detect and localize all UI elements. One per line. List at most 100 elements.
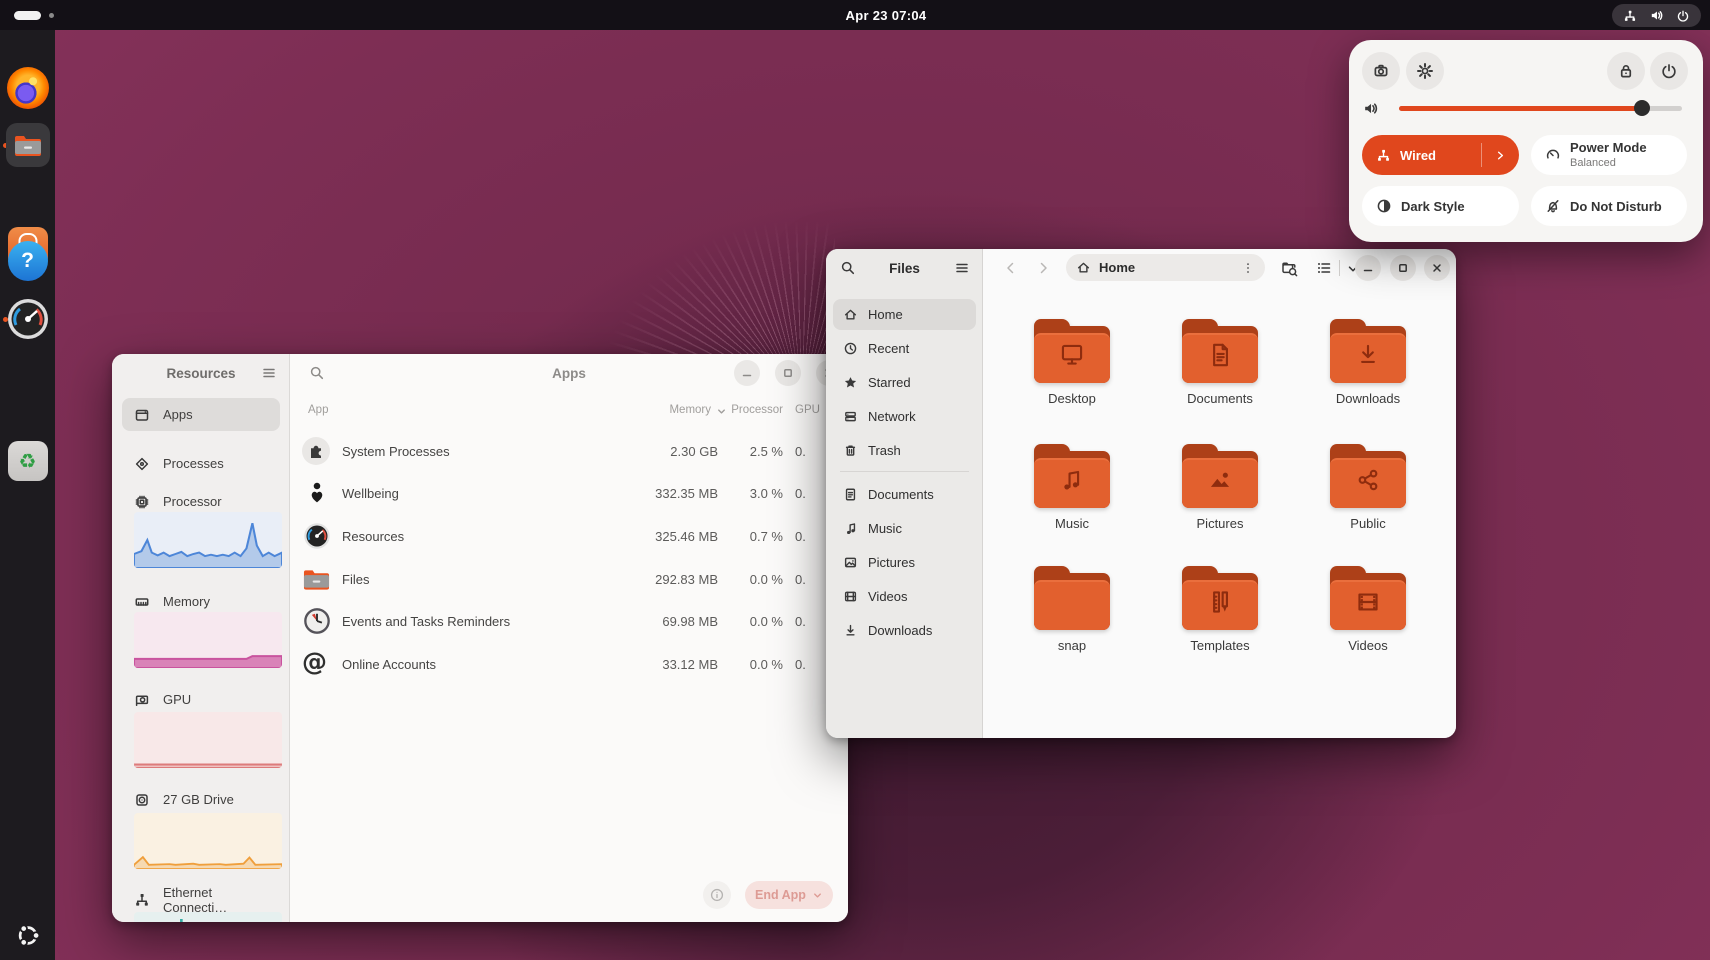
dock: A ? ♻ — [0, 30, 55, 960]
toolbar-divider — [1339, 260, 1340, 276]
sidebar-item-pictures[interactable]: Pictures — [833, 547, 976, 578]
wired-arrow-section — [1481, 135, 1519, 175]
column-header-app[interactable]: App — [308, 404, 328, 416]
dock-item-firefox[interactable] — [7, 67, 49, 109]
folder-public[interactable]: Public — [1303, 444, 1433, 531]
show-apps-button[interactable] — [14, 922, 41, 954]
lock-button[interactable] — [1607, 52, 1645, 90]
app-info-button[interactable] — [703, 881, 731, 909]
column-header-memory[interactable]: Memory — [585, 404, 711, 416]
sidebar-item-music[interactable]: Music — [833, 513, 976, 544]
app-row-system-processes[interactable]: System Processes 2.30 GB 2.5 % 0. — [290, 430, 848, 472]
end-app-dropdown-icon[interactable] — [812, 890, 823, 901]
gpu-sparkline — [134, 712, 282, 768]
app-row-wellbeing[interactable]: Wellbeing 332.35 MB 3.0 % 0. — [290, 472, 848, 514]
dock-item-resources[interactable] — [6, 297, 50, 346]
screenshot-button[interactable] — [1362, 52, 1400, 90]
power-button[interactable] — [1650, 52, 1688, 90]
resources-sidebar-item-gpu[interactable]: GPU — [122, 684, 280, 715]
resources-sidebar-item-processes[interactable]: Processes — [122, 448, 280, 479]
resources-maximize-button[interactable] — [775, 360, 801, 386]
firefox-icon — [7, 67, 49, 109]
app-row-online-accounts[interactable]: @ Online Accounts 33.12 MB 0.0 % 0. — [290, 643, 848, 685]
breadcrumb[interactable]: Home — [1066, 254, 1265, 281]
folder-music[interactable]: Music — [1007, 444, 1137, 531]
folder-videos[interactable]: Videos — [1303, 566, 1433, 653]
resources-minimize-button[interactable] — [734, 360, 760, 386]
dock-item-trash[interactable]: ♻ — [8, 441, 48, 481]
column-header-gpu[interactable]: GPU — [795, 404, 820, 416]
files-close-button[interactable] — [1424, 255, 1450, 281]
dock-item-files[interactable] — [6, 123, 50, 167]
power-mode-toggle[interactable]: Power Mode Balanced — [1531, 135, 1687, 175]
quick-settings-panel: Wired Power Mode Balanced Dark Style Do … — [1349, 40, 1703, 242]
folder-icon — [1182, 444, 1258, 508]
sidebar-item-starred[interactable]: Starred — [833, 367, 976, 398]
sidebar-item-documents[interactable]: Documents — [833, 479, 976, 510]
music-note-icon — [843, 521, 858, 536]
sidebar-item-network[interactable]: Network — [833, 401, 976, 432]
sidebar-item-videos[interactable]: Videos — [833, 581, 976, 612]
sidebar-item-recent[interactable]: Recent — [833, 333, 976, 364]
workspace-indicator-dot[interactable] — [49, 13, 54, 18]
folder-icon — [1034, 444, 1110, 508]
app-row-events-tasks[interactable]: Events and Tasks Reminders 69.98 MB 0.0 … — [290, 600, 848, 642]
trash-icon — [843, 443, 858, 458]
clock[interactable]: Apr 23 07:04 — [846, 0, 927, 30]
ethernet-icon — [1376, 148, 1391, 163]
do-not-disturb-toggle[interactable]: Do Not Disturb — [1531, 186, 1687, 226]
settings-button[interactable] — [1406, 52, 1444, 90]
app-row-files[interactable]: Files 292.83 MB 0.0 % 0. — [290, 558, 848, 600]
workspace-indicator-active[interactable] — [14, 11, 41, 20]
help-icon: ? — [21, 249, 34, 273]
folder-icon — [1330, 444, 1406, 508]
end-app-button[interactable]: End App — [745, 881, 833, 909]
resources-gauge-icon — [6, 297, 50, 341]
sidebar-item-downloads[interactable]: Downloads — [833, 615, 976, 646]
history-back-button[interactable] — [1003, 260, 1019, 276]
resources-sidebar-item-drive[interactable]: 27 GB Drive — [122, 784, 280, 815]
folder-icon — [1034, 566, 1110, 630]
history-forward-button[interactable] — [1035, 260, 1051, 276]
dark-style-toggle[interactable]: Dark Style — [1362, 186, 1519, 226]
breadcrumb-menu-icon[interactable] — [1241, 261, 1255, 275]
dock-item-help[interactable]: ? — [8, 241, 48, 281]
folder-downloads[interactable]: Downloads — [1303, 319, 1433, 406]
list-view-button[interactable] — [1316, 260, 1332, 276]
files-menu-button[interactable] — [954, 260, 970, 281]
resources-menu-button[interactable] — [261, 365, 277, 386]
drive-sparkline — [134, 813, 282, 869]
network-icon — [843, 409, 858, 424]
processor-icon — [134, 494, 150, 510]
files-maximize-button[interactable] — [1390, 255, 1416, 281]
system-tray[interactable] — [1612, 4, 1701, 27]
resources-sidebar-item-apps[interactable]: Apps — [122, 398, 280, 431]
sidebar-item-trash[interactable]: Trash — [833, 435, 976, 466]
gpu-icon — [134, 692, 150, 708]
ethernet-sparkline — [134, 912, 282, 922]
folder-snap[interactable]: snap — [1007, 566, 1137, 653]
top-bar: Apr 23 07:04 — [0, 0, 1710, 30]
chevron-right-icon[interactable] — [1494, 149, 1507, 162]
home-icon — [1076, 260, 1091, 275]
folder-pictures[interactable]: Pictures — [1155, 444, 1285, 531]
at-sign-icon: @ — [302, 647, 327, 676]
app-row-resources[interactable]: Resources 325.46 MB 0.7 % 0. — [290, 515, 848, 557]
resources-sidebar-item-ethernet[interactable]: Ethernet Connecti… — [122, 884, 280, 915]
wired-toggle[interactable]: Wired — [1362, 135, 1519, 175]
system-processes-icon — [301, 436, 331, 466]
sidebar-item-home[interactable]: Home — [833, 299, 976, 330]
volume-slider-knob[interactable] — [1634, 100, 1650, 116]
folder-documents[interactable]: Documents — [1155, 319, 1285, 406]
picture-emblem-icon — [1204, 464, 1236, 496]
folder-desktop[interactable]: Desktop — [1007, 319, 1137, 406]
search-everywhere-button[interactable] — [1281, 260, 1298, 277]
folder-templates[interactable]: Templates — [1155, 566, 1285, 653]
desktop-emblem-icon — [1056, 339, 1088, 371]
column-header-processor[interactable]: Processor — [728, 404, 783, 416]
files-minimize-button[interactable] — [1355, 255, 1381, 281]
resources-gauge-icon — [303, 522, 331, 550]
volume-speaker-icon — [1362, 100, 1379, 117]
download-emblem-icon — [1352, 339, 1384, 371]
clock-app-icon — [303, 607, 331, 635]
